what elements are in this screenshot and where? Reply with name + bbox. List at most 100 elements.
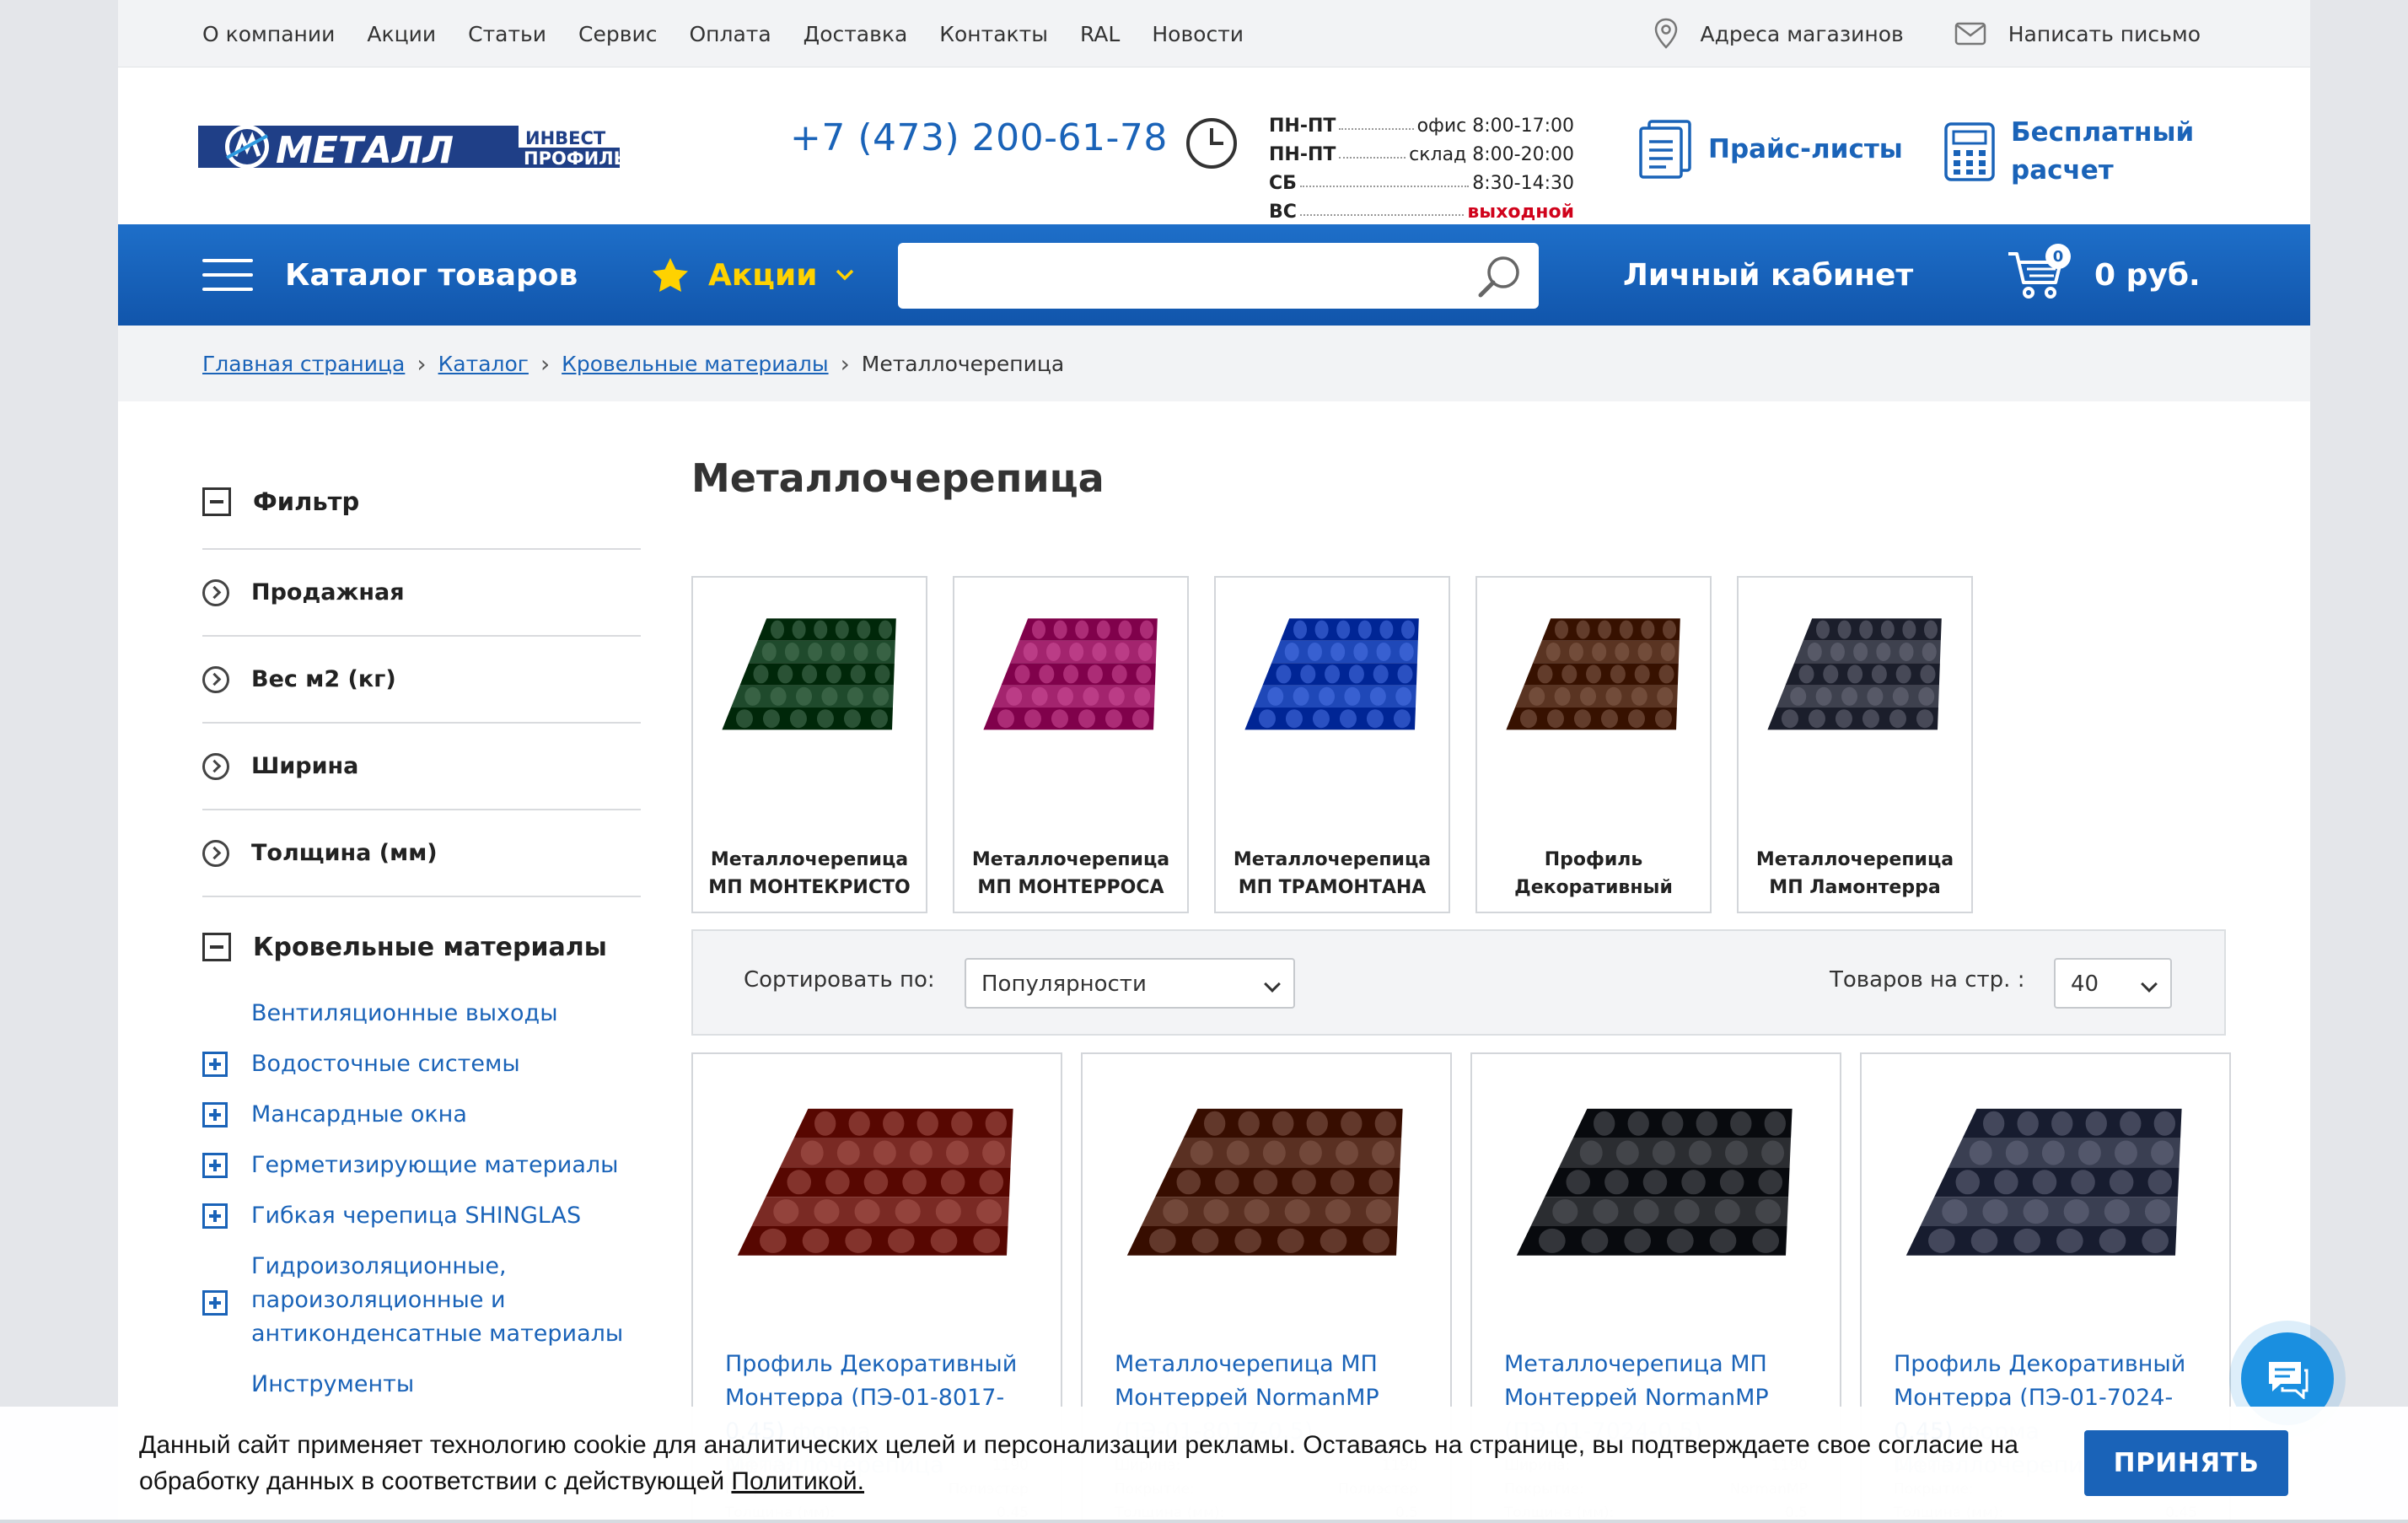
chevron-right-icon: › [840, 349, 850, 378]
expand-icon[interactable] [202, 1052, 228, 1077]
subcategory-item[interactable]: Гидроизоляционные, пароизоляционные и ан… [202, 1250, 641, 1368]
subcategory-tile[interactable]: Металлочерепица МП МОНТЕКРИСТО [691, 576, 927, 913]
filter-item-label: Толщина (мм) [251, 840, 438, 866]
cookie-message: Данный сайт применяет технологию cookie … [139, 1431, 2018, 1495]
sort-bar: Сортировать по: Популярности Товаров на … [691, 929, 2226, 1036]
top-nav: О компании Акции Статьи Сервис Оплата До… [202, 0, 1244, 67]
filter-item[interactable]: Вес м2 (кг) [202, 637, 641, 724]
schedule-time: выходной [1467, 202, 1574, 223]
calculator-icon [1944, 122, 1995, 181]
filter-item[interactable]: Толщина (мм) [202, 810, 641, 897]
main-content: Металлочерепица Металлочерепица МП МОНТЕ… [691, 455, 2231, 1523]
subcategory-tile[interactable]: Металлочерепица МП Ламонтерра [1737, 576, 1973, 913]
page: О компании Акции Статьи Сервис Оплата До… [118, 0, 2310, 1523]
cart-total: 0 руб. [2094, 257, 2201, 293]
free-calc-link[interactable]: Бесплатный расчет [1943, 114, 2194, 190]
filter-item-label: Вес м2 (кг) [251, 666, 396, 692]
per-page-select[interactable]: 40 [2054, 958, 2172, 1009]
subcategory-item[interactable]: Герметизирующие материалы [202, 1149, 641, 1199]
chevron-right-icon: › [540, 349, 551, 378]
search-icon[interactable] [1476, 253, 1524, 300]
breadcrumb-home[interactable]: Главная страница [202, 352, 405, 376]
category-toggle[interactable]: Кровельные материалы [202, 897, 641, 997]
topnav-payment[interactable]: Оплата [689, 22, 771, 46]
calc-line-2: расчет [2011, 155, 2114, 186]
calc-line-1: Бесплатный [2011, 117, 2195, 148]
chevron-down-icon [836, 269, 854, 281]
schedule-day: ПН-ПТ [1269, 116, 1336, 137]
tile-image [1244, 618, 1419, 730]
subcategory-item[interactable]: Гибкая черепица SHINGLAS [202, 1199, 641, 1250]
phone-number[interactable]: +7 (473) 200-61-78 [790, 116, 1168, 159]
filter-item[interactable]: Ширина [202, 724, 641, 810]
tile-label: Металлочерепица МП МОНТЕРРОСА [971, 849, 1170, 898]
schedule-day: ВС [1269, 202, 1297, 223]
expand-icon[interactable] [202, 1203, 228, 1229]
collapse-icon [202, 487, 231, 516]
catalog-button[interactable]: Каталог товаров [202, 224, 578, 326]
sort-select[interactable]: Популярности [965, 958, 1295, 1009]
write-letter-label: Написать письмо [2008, 21, 2201, 46]
schedule-time: офис 8:00-17:00 [1416, 116, 1574, 137]
topnav-news[interactable]: Новости [1152, 22, 1244, 46]
breadcrumb-roofing[interactable]: Кровельные материалы [562, 352, 828, 376]
subcategory-label: Герметизирующие материалы [251, 1152, 619, 1178]
accept-cookies-button[interactable]: ПРИНЯТЬ [2084, 1430, 2288, 1496]
subcategory-tile[interactable]: Металлочерепица МП МОНТЕРРОСА [953, 576, 1189, 913]
subcategory-label: Гибкая черепица SHINGLAS [251, 1203, 582, 1229]
subcategory-label: Вентиляционные выходы [251, 1000, 558, 1026]
topnav-delivery[interactable]: Доставка [804, 22, 908, 46]
price-lists-link[interactable]: Прайс-листы [1637, 120, 1903, 179]
subcategory-tile[interactable]: Металлочерепица МП ТРАМОНТАНА [1214, 576, 1450, 913]
schedule-row: СБ 8:30-14:30 [1269, 165, 1574, 194]
subcategory-tile[interactable]: Профиль Декоративный [1475, 576, 1712, 913]
product-image [737, 1108, 1013, 1256]
promo-label: Акции [708, 257, 818, 293]
product-image [1126, 1108, 1403, 1256]
subcategory-label: Мансардные окна [251, 1101, 467, 1127]
cart-icon: 0 [2007, 244, 2071, 301]
filter-item-label: Ширина [251, 753, 359, 779]
filter-item[interactable]: Продажная [202, 550, 641, 637]
subcategory-item[interactable]: Мансардные окна [202, 1098, 641, 1149]
topnav-service[interactable]: Сервис [578, 22, 657, 46]
page-title: Металлочерепица [691, 455, 1105, 501]
company-logo[interactable]: МЕТАЛЛ ИНВЕСТ ПРОФИЛЬ [198, 121, 620, 173]
subcategory-item[interactable]: Водосточные системы [202, 1047, 641, 1098]
price-list-icon [1639, 120, 1691, 179]
filter-item-label: Продажная [251, 579, 405, 605]
chat-icon [2269, 1362, 2309, 1399]
category-title: Кровельные материалы [253, 932, 607, 962]
topnav-ral[interactable]: RAL [1080, 22, 1120, 46]
expand-icon[interactable] [202, 1102, 228, 1127]
promo-dropdown[interactable]: Акции [651, 224, 854, 326]
topnav-promo[interactable]: Акции [367, 22, 436, 46]
breadcrumb-list: Главная страница › Каталог › Кровельные … [202, 326, 1064, 401]
expand-icon[interactable] [202, 1153, 228, 1178]
topnav-contacts[interactable]: Контакты [939, 22, 1048, 46]
expand-icon[interactable] [202, 1290, 228, 1316]
personal-account-link[interactable]: Личный кабинет [1623, 224, 1913, 326]
chevron-circle-icon [202, 752, 229, 780]
envelope-icon [1954, 22, 1986, 46]
filter-toggle[interactable]: Фильтр [202, 455, 641, 550]
chevron-circle-icon [202, 665, 229, 693]
hamburger-icon [202, 259, 253, 291]
search-box [898, 243, 1539, 309]
collapse-icon [202, 933, 231, 961]
search-input[interactable] [915, 255, 1454, 297]
write-letter-link[interactable]: Написать письмо [1954, 22, 2201, 46]
tile-label: Профиль Декоративный [1514, 849, 1673, 898]
per-page-label: Товаров на стр. : [1830, 967, 2025, 993]
topnav-articles[interactable]: Статьи [468, 22, 546, 46]
breadcrumb-catalog[interactable]: Каталог [438, 352, 529, 376]
chevron-down-icon [1264, 976, 1281, 993]
cart-button[interactable]: 0 0 руб. [2007, 224, 2201, 326]
subcategory-label: Инструменты [251, 1371, 415, 1397]
policy-link[interactable]: Политикой. [731, 1467, 864, 1495]
topnav-about[interactable]: О компании [202, 22, 335, 46]
subcategory-item[interactable]: Вентиляционные выходы [202, 997, 641, 1047]
store-addresses-link[interactable]: Адреса магазинов [1653, 18, 1904, 50]
logo-sub-top: ИНВЕСТ [525, 128, 606, 148]
tile-label: Металлочерепица МП ТРАМОНТАНА [1233, 849, 1432, 898]
